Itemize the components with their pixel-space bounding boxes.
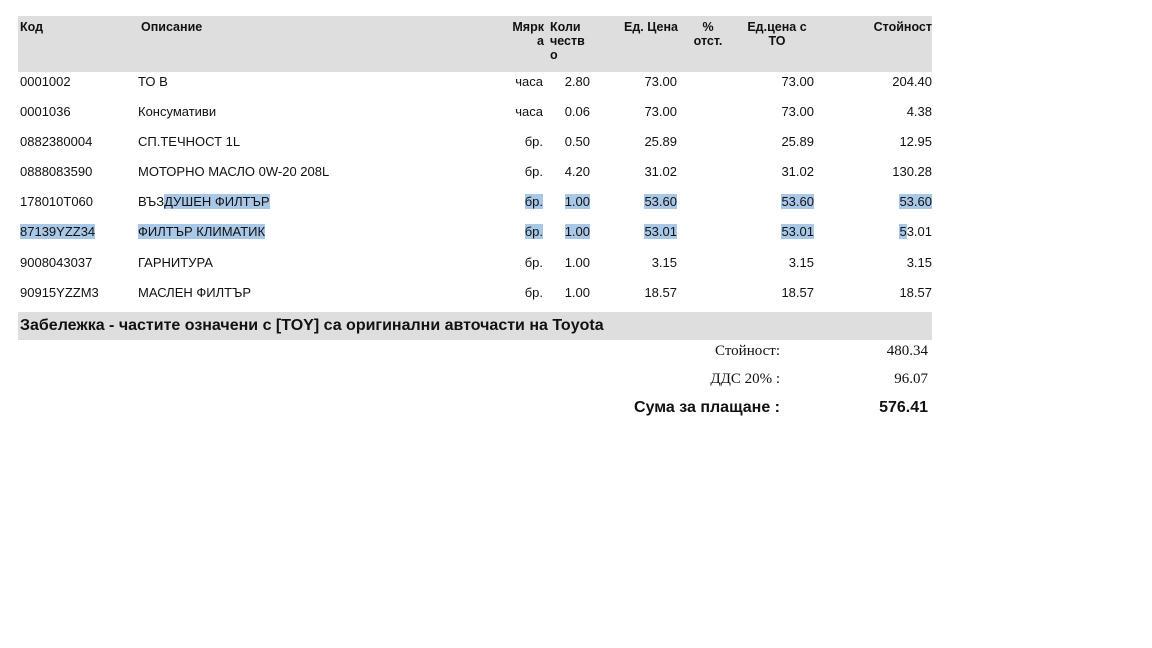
table-row: 0888083590 МОТОРНО МАСЛО 0W-20 208L бр. … <box>18 162 932 182</box>
row-unit: бр. <box>524 164 543 179</box>
row-code: 0001036 <box>20 104 71 119</box>
row-total: 18.57 <box>899 285 932 300</box>
row-quantity: 1.00 <box>564 285 590 300</box>
row-unit: бр. <box>524 224 543 239</box>
header-discount: % отст. <box>693 20 723 48</box>
row-unit-price: 73.00 <box>644 104 677 119</box>
row-unit-price: 53.01 <box>644 224 677 239</box>
row-quantity: 0.06 <box>564 104 590 119</box>
header-total: Стойност <box>873 20 932 34</box>
total-due-label: Сума за плащане : <box>634 399 780 416</box>
subtotal-label: Стойност: <box>715 343 780 359</box>
row-code: 0001002 <box>20 74 71 89</box>
row-total: 3.15 <box>906 255 932 270</box>
row-unit: бр. <box>524 134 543 149</box>
row-quantity: 4.20 <box>564 164 590 179</box>
row-quantity: 1.00 <box>564 224 590 239</box>
table-row: 9008043037 ГАРНИТУРА бр. 1.00 3.15 3.15 … <box>18 253 932 273</box>
row-description: МАСЛЕН ФИЛТЪР <box>138 285 252 300</box>
vat-label: ДДС 20% : <box>710 371 780 387</box>
table-header: Код Описание Мярк а Коли честв о Ед. Цен… <box>18 16 932 72</box>
row-description: Консумативи <box>138 104 217 119</box>
row-unit-price: 18.57 <box>644 285 677 300</box>
row-unit-price: 53.60 <box>644 194 677 209</box>
vat-value: 96.07 <box>894 371 928 387</box>
row-net-price: 73.00 <box>781 74 814 89</box>
row-total: 12.95 <box>899 134 932 149</box>
row-description: ГАРНИТУРА <box>138 255 213 270</box>
row-quantity: 0.50 <box>564 134 590 149</box>
row-code: 87139YZZ34 <box>20 224 96 239</box>
row-total: 4.38 <box>906 104 932 119</box>
table-row: 0001036 Консумативи часа 0.06 73.00 73.0… <box>18 102 932 122</box>
table-row: 87139YZZ34 ФИЛТЪР КЛИМАТИК бр. 1.00 53.0… <box>18 222 932 242</box>
row-net-price: 3.15 <box>788 255 814 270</box>
row-net-price: 53.60 <box>781 194 814 209</box>
header-net-price: Ед.цена с ТО <box>747 20 807 48</box>
row-code: 90915YZZM3 <box>20 285 99 300</box>
row-code: 0882380004 <box>20 134 93 149</box>
row-net-price: 73.00 <box>781 104 814 119</box>
row-unit: часа <box>515 74 543 89</box>
row-unit-price: 31.02 <box>644 164 677 179</box>
table-row: 0001002 ТО В часа 2.80 73.00 73.00 204.4… <box>18 72 932 92</box>
row-net-price: 31.02 <box>781 164 814 179</box>
row-code: 0888083590 <box>20 164 93 179</box>
row-description: ТО В <box>138 74 168 89</box>
table-row: 90915YZZM3 МАСЛЕН ФИЛТЪР бр. 1.00 18.57 … <box>18 283 932 303</box>
row-unit: бр. <box>524 285 543 300</box>
row-net-price: 18.57 <box>781 285 814 300</box>
row-quantity: 2.80 <box>564 74 590 89</box>
row-unit: бр. <box>524 194 543 209</box>
row-net-price: 25.89 <box>781 134 814 149</box>
row-quantity: 1.00 <box>564 255 590 270</box>
table-row: 0882380004 СП.ТЕЧНОСТ 1L бр. 0.50 25.89 … <box>18 132 932 152</box>
header-unit: Мярк а <box>512 20 544 48</box>
row-description: МОТОРНО МАСЛО 0W-20 208L <box>138 164 330 179</box>
row-unit-price: 3.15 <box>651 255 677 270</box>
row-unit-price: 73.00 <box>644 74 677 89</box>
note-text: Забележка - частите означени с [TOY] са … <box>20 317 604 334</box>
row-description: СП.ТЕЧНОСТ 1L <box>138 134 241 149</box>
note-banner: Забележка - частите означени с [TOY] са … <box>18 312 932 340</box>
total-due-value: 576.41 <box>879 399 928 416</box>
row-code: 9008043037 <box>20 255 93 270</box>
row-quantity: 1.00 <box>564 194 590 209</box>
table-row: 178010T060 ВЪЗДУШЕН ФИЛТЪР бр. 1.00 53.6… <box>18 192 932 212</box>
row-total: 53.60 <box>899 194 932 209</box>
row-total: 130.28 <box>892 164 932 179</box>
row-net-price: 53.01 <box>781 224 814 239</box>
row-code: 178010T060 <box>20 194 94 209</box>
row-total: 53.01 <box>899 224 932 239</box>
row-total: 204.40 <box>892 74 932 89</box>
header-description: Описание <box>141 20 203 34</box>
row-unit: бр. <box>524 255 543 270</box>
row-unit: часа <box>515 104 543 119</box>
row-description: ВЪЗДУШЕН ФИЛТЪР <box>138 194 270 209</box>
row-unit-price: 25.89 <box>644 134 677 149</box>
row-description: ФИЛТЪР КЛИМАТИК <box>138 224 266 239</box>
header-quantity: Коли честв о <box>550 20 585 62</box>
header-unit-price: Ед. Цена <box>624 20 678 34</box>
subtotal-value: 480.34 <box>886 343 928 359</box>
header-code: Код <box>20 20 44 34</box>
